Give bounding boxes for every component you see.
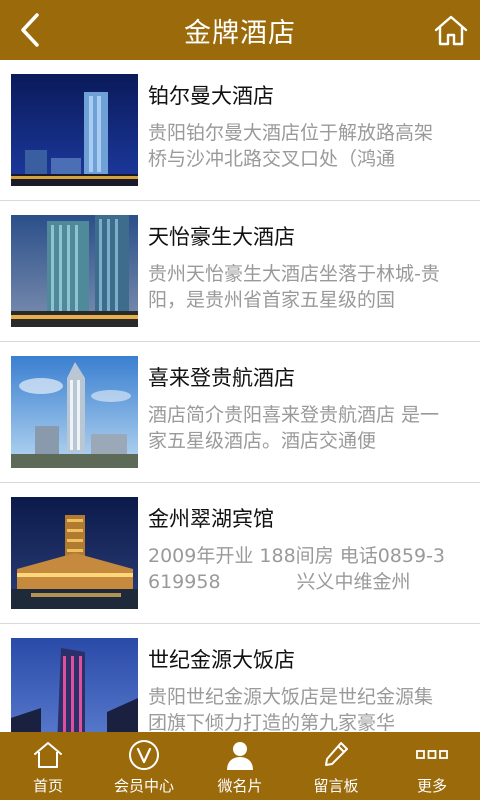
hotel-name: 天怡豪生大酒店: [148, 225, 295, 249]
hotel-photo: [11, 356, 138, 468]
tab-micro-card[interactable]: 微名片: [192, 732, 288, 800]
chevron-left-icon: [21, 13, 39, 47]
hotel-description: 贵州天怡豪生大酒店坐落于林城-贵阳，是贵州省首家五星级的国: [148, 263, 440, 311]
hotel-description: 酒店简介贵阳喜来登贵航酒店 是一家五星级酒店。酒店交通便: [148, 404, 440, 452]
tab-member-center[interactable]: 会员中心: [96, 732, 192, 800]
hotel-name: 世纪金源大饭店: [148, 648, 295, 672]
hotel-photo: [11, 215, 138, 327]
hotel-list-item[interactable]: 喜来登贵航酒店 酒店简介贵阳喜来登贵航酒店 是一家五星级酒店。酒店交通便: [0, 342, 480, 483]
vip-icon: [129, 740, 159, 770]
hotel-name: 喜来登贵航酒店: [148, 366, 295, 390]
hotel-list-item[interactable]: 金州翠湖宾馆 2009年开业 188间房 电话0859-3619958 兴义中维…: [0, 483, 480, 624]
tab-label: 留言板: [313, 777, 359, 795]
hotel-description: 贵阳世纪金源大饭店是世纪金源集团旗下倾力打造的第九家豪华: [148, 686, 434, 732]
hotel-list-item[interactable]: 铂尔曼大酒店 贵阳铂尔曼大酒店位于解放路高架桥与沙冲北路交叉口处（鸿通: [0, 60, 480, 201]
more-icon: [416, 750, 448, 759]
hotel-photo: [11, 74, 138, 186]
bottom-tab-bar: 首页 会员中心 微名片 留言板 更多: [0, 732, 480, 800]
page-title: 金牌酒店: [184, 17, 296, 49]
hotel-list: 铂尔曼大酒店 贵阳铂尔曼大酒店位于解放路高架桥与沙冲北路交叉口处（鸿通 天怡豪生…: [0, 60, 480, 732]
hotel-name: 铂尔曼大酒店: [148, 84, 274, 108]
tab-label: 首页: [32, 777, 63, 795]
tab-label: 微名片: [217, 777, 263, 795]
tab-message-board[interactable]: 留言板: [288, 732, 384, 800]
tab-label: 会员中心: [113, 777, 174, 795]
hotel-list-item[interactable]: 天怡豪生大酒店 贵州天怡豪生大酒店坐落于林城-贵阳，是贵州省首家五星级的国: [0, 201, 480, 342]
home-icon: [34, 742, 62, 768]
home-button[interactable]: [432, 11, 470, 49]
hotel-description: 贵阳铂尔曼大酒店位于解放路高架桥与沙冲北路交叉口处（鸿通: [148, 122, 434, 170]
hotel-photo: [11, 497, 138, 609]
tab-more[interactable]: 更多: [384, 732, 480, 800]
tab-label: 更多: [416, 777, 447, 795]
hotel-description: 2009年开业 188间房 电话0859-3619958 兴义中维金州: [148, 545, 445, 593]
home-icon: [434, 15, 468, 46]
hotel-photo: [11, 638, 138, 732]
tab-home[interactable]: 首页: [0, 732, 96, 800]
hotel-name: 金州翠湖宾馆: [148, 507, 274, 531]
person-icon: [227, 742, 253, 770]
hotel-list-item[interactable]: 世纪金源大饭店 贵阳世纪金源大饭店是世纪金源集团旗下倾力打造的第九家豪华: [0, 624, 480, 732]
pen-icon: [325, 742, 348, 766]
back-button[interactable]: [14, 10, 46, 50]
header-bar: 金牌酒店: [0, 0, 480, 60]
